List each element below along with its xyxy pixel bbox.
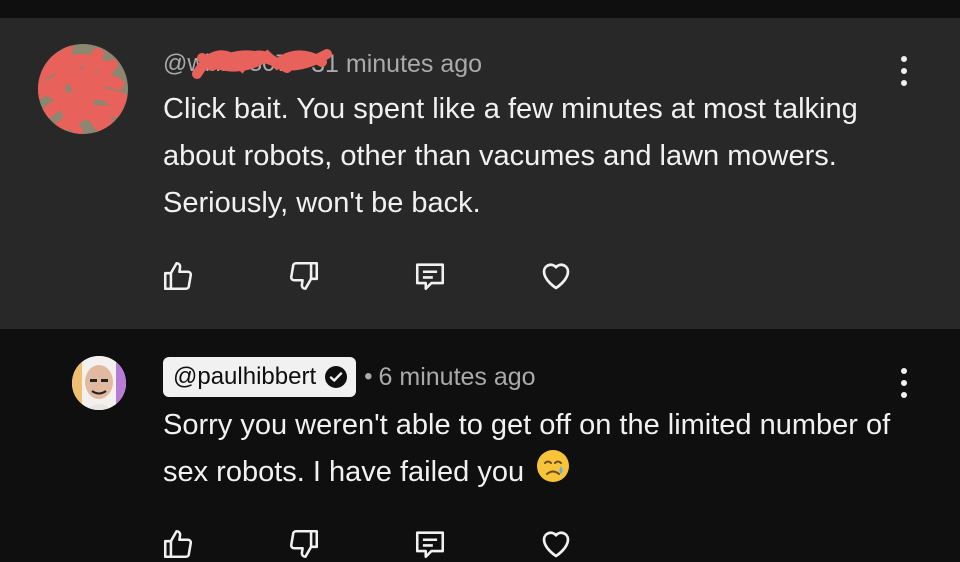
comment-icon — [415, 531, 445, 559]
comment-text-content: Sorry you weren't able to get off on the… — [163, 409, 891, 489]
heart-button[interactable] — [538, 258, 574, 294]
reply-button[interactable] — [412, 526, 448, 562]
comment-actions — [160, 526, 574, 562]
comment-text: Sorry you weren't able to get off on the… — [163, 402, 903, 498]
avatar[interactable] — [38, 44, 128, 134]
thumbs-down-icon — [289, 529, 319, 559]
more-vertical-icon[interactable] — [894, 56, 914, 86]
comment-top: @willilli 307 • 31 minutes ago Click bai… — [0, 18, 960, 329]
heart-icon — [542, 531, 570, 558]
thumbs-up-icon — [163, 261, 193, 291]
comment-actions — [160, 258, 574, 294]
verified-check-icon — [325, 366, 348, 388]
heart-button[interactable] — [538, 526, 574, 562]
author-handle[interactable]: @paulhibbert — [173, 363, 316, 391]
separator-dot: • — [364, 363, 373, 390]
comment-reply: @paulhibbert • 6 minutes ago Sorry you w… — [0, 330, 960, 559]
reply-button[interactable] — [412, 258, 448, 294]
thumbs-down-icon — [289, 261, 319, 291]
creator-chip[interactable]: @paulhibbert — [163, 357, 357, 397]
comment-header: @willilli 307 • 31 minutes ago — [163, 46, 482, 82]
crying-face-emoji — [536, 449, 570, 498]
dislike-button[interactable] — [286, 526, 322, 562]
avatar[interactable] — [72, 356, 126, 410]
comment-text: Click bait. You spent like a few minutes… — [163, 93, 858, 219]
dislike-button[interactable] — [286, 258, 322, 294]
author-handle-wrap: @willilli 307 — [163, 49, 332, 79]
comment-icon — [415, 263, 445, 291]
comment-header: @paulhibbert • 6 minutes ago — [163, 357, 536, 397]
like-button[interactable] — [160, 526, 196, 562]
more-vertical-icon[interactable] — [894, 368, 914, 398]
thumbs-up-icon — [163, 529, 193, 559]
redaction-scribble — [192, 49, 332, 79]
timestamp[interactable]: 6 minutes ago — [379, 363, 536, 392]
heart-icon — [542, 263, 570, 290]
like-button[interactable] — [160, 258, 196, 294]
